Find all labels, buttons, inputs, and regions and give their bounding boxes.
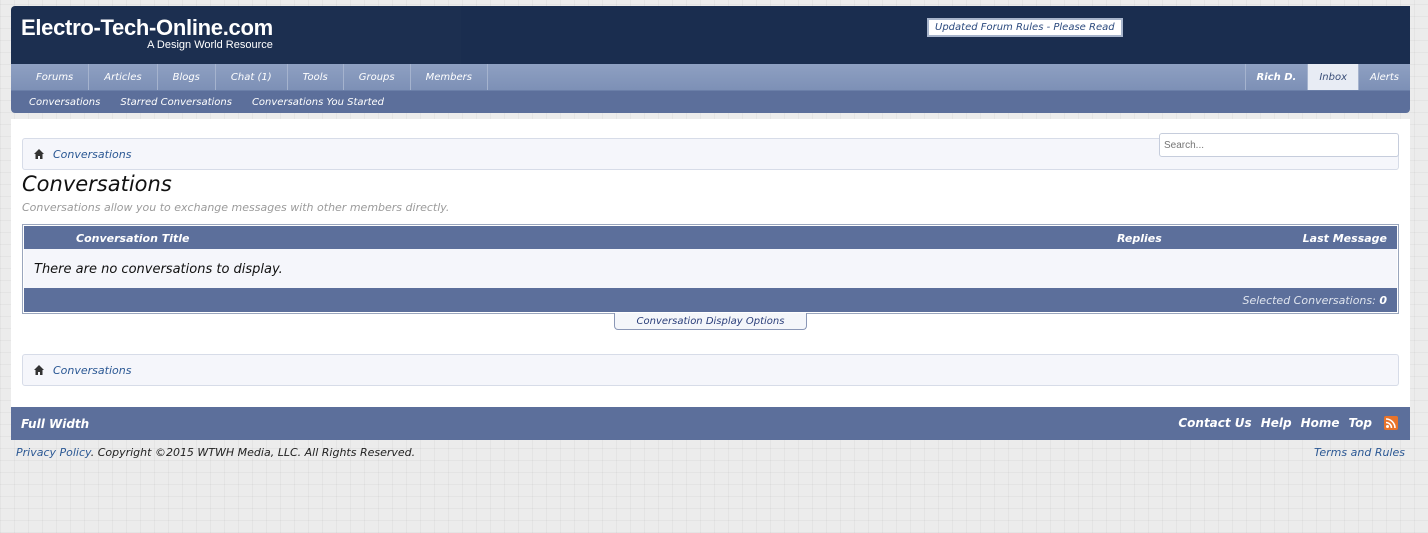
empty-message: There are no conversations to display. <box>24 249 1397 288</box>
account-nav: Rich D. Inbox Alerts <box>1244 64 1410 90</box>
footer-links: Contact Us Help Home Top <box>1169 416 1398 430</box>
page-wrapper: Electro-Tech-Online.com A Design World R… <box>11 6 1410 440</box>
site-header: Electro-Tech-Online.com A Design World R… <box>11 6 1410 64</box>
column-last-message[interactable]: Last Message <box>1303 232 1387 245</box>
page-description: Conversations allow you to exchange mess… <box>22 201 450 214</box>
nav-tab-articles[interactable]: Articles <box>89 64 158 90</box>
nav-tab-groups[interactable]: Groups <box>344 64 411 90</box>
conversations-table: Conversation Title Replies Last Message … <box>22 224 1399 314</box>
nav-alerts[interactable]: Alerts <box>1357 64 1410 90</box>
home-icon[interactable] <box>33 364 45 376</box>
table-footer: Selected Conversations: 0 <box>24 288 1397 312</box>
main-nav: Forums Articles Blogs Chat (1) Tools Gro… <box>11 64 1410 91</box>
selected-count: 0 <box>1379 294 1387 307</box>
forum-rules-notice[interactable]: Updated Forum Rules - Please Read <box>927 18 1123 37</box>
main-content: Conversations Conversations Conversation… <box>11 119 1410 407</box>
logo-title: Electro-Tech-Online.com <box>21 15 273 40</box>
terms-link[interactable]: Terms and Rules <box>1314 446 1405 459</box>
breadcrumb-conversations[interactable]: Conversations <box>53 364 131 377</box>
site-footer: Full Width Contact Us Help Home Top <box>11 407 1410 440</box>
table-header: Conversation Title Replies Last Message <box>24 226 1397 249</box>
page-title: Conversations <box>22 172 172 196</box>
nav-inbox[interactable]: Inbox <box>1307 64 1358 90</box>
logo-subtitle: A Design World Resource <box>147 39 273 51</box>
search-input[interactable] <box>1159 133 1399 157</box>
copyright: Privacy Policy. Copyright ©2015 WTWH Med… <box>16 446 415 459</box>
footer-contact-us[interactable]: Contact Us <box>1178 416 1251 430</box>
nav-user[interactable]: Rich D. <box>1244 64 1308 90</box>
column-replies[interactable]: Replies <box>1117 232 1162 245</box>
nav-tab-members[interactable]: Members <box>411 64 488 90</box>
nav-tab-tools[interactable]: Tools <box>288 64 344 90</box>
sub-nav: Conversations Starred Conversations Conv… <box>11 91 1410 113</box>
nav-tab-chat[interactable]: Chat (1) <box>216 64 288 90</box>
breadcrumb-bottom: Conversations <box>22 354 1399 386</box>
nav-tab-blogs[interactable]: Blogs <box>158 64 216 90</box>
copyright-text: . Copyright ©2015 WTWH Media, LLC. All R… <box>90 446 416 459</box>
full-width-link[interactable]: Full Width <box>21 417 89 431</box>
subnav-conversations[interactable]: Conversations <box>29 97 100 108</box>
column-conversation-title[interactable]: Conversation Title <box>76 232 190 245</box>
footer-top[interactable]: Top <box>1349 416 1372 430</box>
home-icon[interactable] <box>33 148 45 160</box>
site-logo[interactable]: Electro-Tech-Online.com A Design World R… <box>21 15 273 52</box>
nav-tab-forums[interactable]: Forums <box>21 64 90 90</box>
subnav-starred-conversations[interactable]: Starred Conversations <box>120 97 232 108</box>
selected-label: Selected Conversations: <box>1242 294 1376 307</box>
display-options-button[interactable]: Conversation Display Options <box>614 313 807 330</box>
breadcrumb-conversations[interactable]: Conversations <box>53 148 131 161</box>
footer-home[interactable]: Home <box>1301 416 1340 430</box>
rss-icon[interactable] <box>1384 416 1398 430</box>
footer-help[interactable]: Help <box>1261 416 1292 430</box>
subnav-conversations-you-started[interactable]: Conversations You Started <box>252 97 384 108</box>
privacy-policy-link[interactable]: Privacy Policy <box>16 446 91 459</box>
